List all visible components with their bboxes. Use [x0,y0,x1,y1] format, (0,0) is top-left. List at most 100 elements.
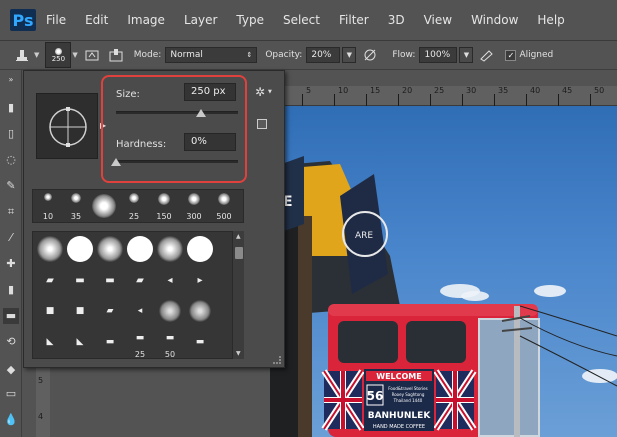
brush-preset-cell[interactable]: ▰ [35,265,65,295]
square-brush-icon: ■ [75,306,85,316]
opacity-dropdown-icon[interactable]: ▼ [342,47,357,63]
brush-preset-cell[interactable]: ◂ [125,296,155,326]
flow-input[interactable]: 100% [419,47,458,63]
ruler-tick-mark [334,94,335,106]
bus-slogan-text: HAND MADE COFFEE [373,424,425,430]
brush-preset-cell[interactable]: ■ [65,296,95,326]
resize-grip-icon[interactable] [273,356,281,364]
scroll-down-icon[interactable]: ▼ [236,350,241,357]
quick-select-tool-icon[interactable]: ✎ [3,178,19,194]
brush-preset-cell[interactable] [155,234,185,264]
recent-brush-item[interactable]: 150 [151,190,177,222]
clone-source-panel-icon[interactable] [106,45,126,65]
brush-preset-cell[interactable] [155,296,185,326]
menu-window[interactable]: Window [471,13,518,27]
recent-brush-item[interactable]: 35 [63,190,89,222]
vertical-ruler: 5 4 [36,360,50,437]
recent-brush-item[interactable] [91,190,117,222]
brush-preset-cell[interactable]: ■ [35,296,65,326]
document-canvas[interactable]: E ARE WELCOME 56 Food&travel Stories Roo… [270,106,617,437]
recent-brush-item[interactable]: 10 [35,190,61,222]
brush-preset-cell[interactable]: ▬ [95,327,125,357]
brush-preset-cell[interactable] [65,234,95,264]
healing-tool-icon[interactable]: ✚ [3,256,19,272]
scroll-thumb[interactable] [235,247,243,259]
bus-welcome-text: WELCOME [376,372,421,381]
menu-select[interactable]: Select [283,13,320,27]
gradient-tool-icon[interactable]: ▭ [3,386,19,402]
history-brush-tool-icon[interactable]: ⟲ [3,334,19,350]
hard-round-brush-icon [187,236,213,262]
ruler-tick-mark [526,94,527,106]
ruler-tick-label: 40 [530,86,541,95]
airbrush-icon[interactable] [477,45,497,65]
brush-preset-cell[interactable]: ◣ [35,327,65,357]
brush-angle-roundness-preview[interactable] [36,93,98,159]
bus-info-line-1: Food&travel Stories [388,386,427,391]
blur-tool-icon[interactable]: 💧 [3,412,19,428]
brush-preset-cell[interactable] [125,234,155,264]
brush-preset-cell[interactable]: ▰ [125,265,155,295]
brush-preset-cell[interactable] [185,234,215,264]
brush-preset-cell[interactable]: ▰ [95,296,125,326]
move-tool-icon[interactable]: ▮ [3,100,19,116]
aligned-checkbox[interactable]: ✓ [505,49,517,61]
menu-type[interactable]: Type [236,13,264,27]
soft-round-brush-icon [92,194,116,218]
menu-file[interactable]: File [46,13,66,27]
brush-preset-cell[interactable] [185,296,215,326]
brush-tool-icon[interactable]: ▮ [3,282,19,298]
recent-brush-item[interactable]: 300 [181,190,207,222]
brush-preset-cell[interactable]: ◂ [155,265,185,295]
eraser-tool-icon[interactable]: ◆ [3,362,19,378]
collapse-toolbar-icon[interactable]: » [3,72,19,88]
recent-brush-item[interactable]: 25 [121,190,147,222]
brush-preset-cell[interactable]: ◣ [65,327,95,357]
flow-dropdown-icon[interactable]: ▼ [459,47,474,63]
marquee-tool-icon[interactable]: ▯ [3,126,19,142]
lasso-tool-icon[interactable]: ◌ [3,152,19,168]
clone-stamp-tool-icon[interactable] [12,45,32,65]
brush-panel-toggle-icon[interactable] [82,45,102,65]
opacity-label: Opacity: [265,50,303,60]
menu-help[interactable]: Help [537,13,564,27]
mode-select[interactable]: Normal ⇕ [165,47,258,63]
brush-preset-cell[interactable] [95,234,125,264]
brush-preset-cell[interactable]: ▬ 50 [155,327,185,358]
chalk-brush-icon: ◂ [167,274,173,286]
brush-preset-cell[interactable]: ▬ [185,327,215,357]
brush-preset-cell[interactable]: ▬ [65,265,95,295]
new-preset-icon[interactable] [257,119,267,129]
recent-brush-item[interactable]: 500 [211,190,237,222]
eyedropper-tool-icon[interactable]: ⁄ [3,230,19,246]
horizontal-ruler: 5 10 15 20 25 30 35 40 45 50 [270,86,617,106]
menu-3d[interactable]: 3D [388,13,405,27]
ruler-tick-label: 20 [402,86,413,95]
square-brush-icon: ▬ [165,333,175,343]
square-brush-icon: ▬ [105,337,115,347]
brush-preset-cell[interactable] [35,234,65,264]
gear-icon[interactable]: ✲ [255,85,265,99]
menu-image[interactable]: Image [127,13,165,27]
ruler-left-label: 5 [38,376,44,385]
brush-preset-cell[interactable]: ▬ 25 [125,327,155,358]
soft-round-brush-icon [159,300,181,322]
menu-layer[interactable]: Layer [184,13,217,27]
brush-preset-picker-button[interactable]: 250 [45,42,72,68]
clone-stamp-tool-button-icon[interactable]: ▬ [3,308,19,324]
ruler-tick-mark [302,94,303,106]
crop-tool-icon[interactable]: ⌗ [3,204,19,220]
brush-picker-arrow-icon[interactable]: ▼ [72,51,77,59]
tool-preset-dropdown-icon[interactable]: ▼ [34,51,39,59]
pressure-opacity-icon[interactable] [360,45,380,65]
brush-preset-cell[interactable]: ▬ [95,265,125,295]
brush-preset-cell[interactable]: ▸ [185,265,215,295]
menu-view[interactable]: View [424,13,452,27]
ruler-tick-label: 50 [594,86,605,95]
menu-filter[interactable]: Filter [339,13,369,27]
menu-edit[interactable]: Edit [85,13,108,27]
tools-panel: » ▮ ▯ ◌ ✎ ⌗ ⁄ ✚ ▮ ▬ ⟲ ◆ ▭ 💧 [0,70,22,437]
opacity-input[interactable]: 20% [306,47,341,63]
scroll-up-icon[interactable]: ▲ [236,233,241,240]
presets-scrollbar[interactable]: ▲ ▼ [232,231,244,359]
